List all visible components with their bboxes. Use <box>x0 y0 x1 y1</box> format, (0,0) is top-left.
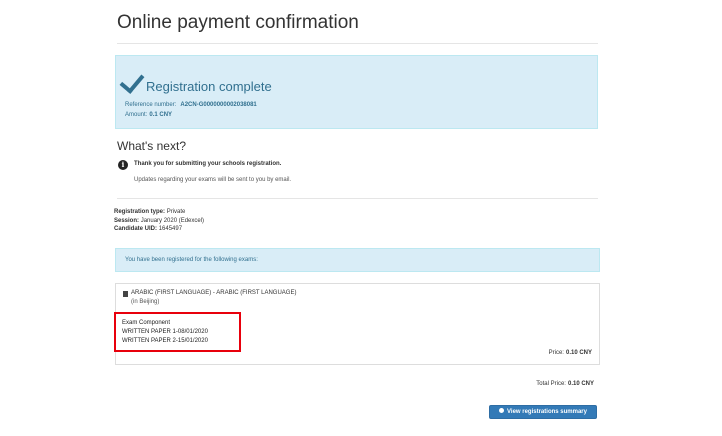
exam-price: Price: 0.10 CNY <box>549 350 592 356</box>
exam-name: ARABIC (FIRST LANGUAGE) - ARABIC (FIRST … <box>131 290 297 296</box>
amount: Amount: 0.1 CNY <box>125 112 172 118</box>
total-value: 0.10 CNY <box>567 381 594 387</box>
component-item: WRITTEN PAPER 2-15/01/2020 <box>122 338 208 344</box>
checkmark-icon <box>119 68 145 94</box>
amount-label: Amount: <box>125 112 148 118</box>
button-label: View registrations summary <box>507 409 587 415</box>
total-price: Total Price: 0.10 CNY <box>536 381 594 387</box>
reference-value: A2CN-G0000000002038081 <box>180 102 257 108</box>
registered-exams-alert: You have been registered for the followi… <box>115 248 600 272</box>
price-label: Price: <box>548 350 564 356</box>
session: Session: January 2020 (Edexcel) <box>114 217 204 226</box>
info-icon: i <box>118 160 128 170</box>
registration-type: Registration type: Private <box>114 208 204 217</box>
section-divider <box>117 198 598 199</box>
file-icon <box>123 291 128 297</box>
thanks-message: Thank you for submitting your schools re… <box>134 161 282 167</box>
registration-complete-alert: Registration complete Reference number: A… <box>115 55 598 129</box>
amount-value: 0.1 CNY <box>149 112 173 118</box>
updates-message: Updates regarding your exams will be sen… <box>134 177 292 183</box>
registration-details: Registration type: Private Session: Janu… <box>114 208 204 234</box>
reference-number: Reference number: A2CN-G0000000002038081 <box>125 102 257 108</box>
session-value: January 2020 (Edexcel) <box>140 217 205 224</box>
exam-component-highlight: Exam Component WRITTEN PAPER 1-08/01/202… <box>114 312 241 352</box>
price-value: 0.10 CNY <box>565 350 592 356</box>
component-heading: Exam Component <box>122 320 171 326</box>
title-divider <box>117 43 598 44</box>
registration-type-value: Private <box>166 209 186 215</box>
candidate-uid-label: Candidate UID: <box>114 226 158 232</box>
reference-label: Reference number: <box>125 102 177 108</box>
eye-icon <box>499 407 505 413</box>
candidate-uid: Candidate UID: 1645497 <box>114 225 204 234</box>
session-label: Session: <box>114 217 140 224</box>
registered-notice: You have been registered for the followi… <box>125 257 258 263</box>
exam-location: (in Beijing) <box>131 299 160 305</box>
registration-type-label: Registration type: <box>114 209 166 215</box>
component-item: WRITTEN PAPER 1-08/01/2020 <box>122 329 208 335</box>
total-label: Total Price: <box>536 381 566 387</box>
view-registrations-summary-button[interactable]: View registrations summary <box>489 405 597 419</box>
candidate-uid-value: 1645497 <box>158 226 183 232</box>
page-title: Online payment confirmation <box>117 12 359 33</box>
success-title: Registration complete <box>146 79 272 94</box>
whats-next-heading: What's next? <box>117 139 186 153</box>
